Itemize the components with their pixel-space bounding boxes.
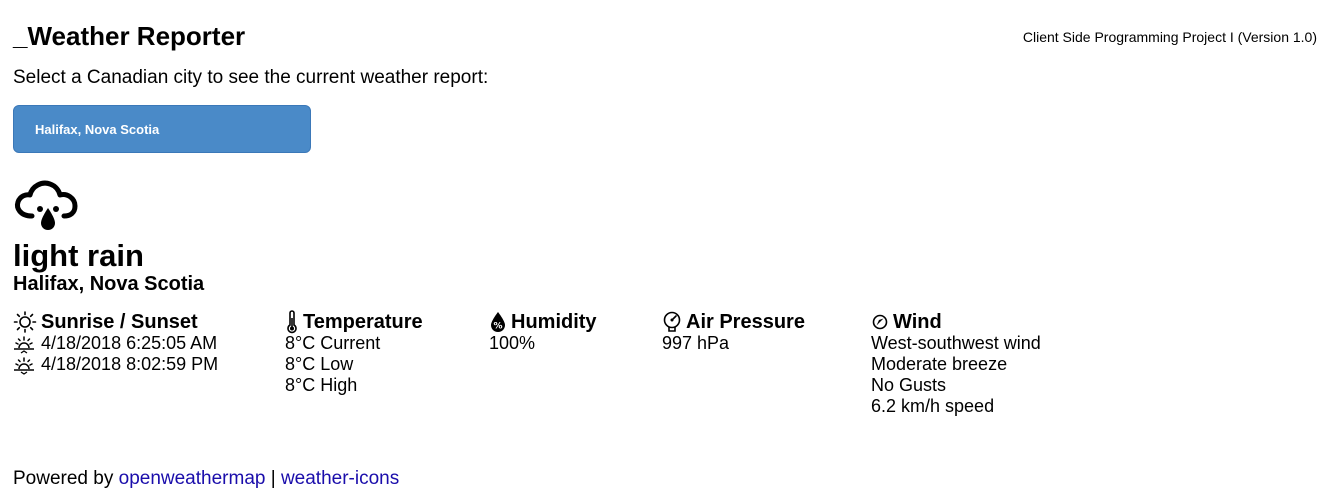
wind-heading: Wind [893,311,942,333]
footer-separator: | [265,468,281,489]
wind-gusts: No Gusts [871,375,947,395]
sunrise-icon [14,335,34,354]
humidity-section: % Humidity 100% [489,311,597,354]
sunset-time: 4/18/2018 8:02:59 PM [41,354,219,374]
wind-speed: 6.2 km/h speed [871,396,995,416]
city-prompt: Select a Canadian city to see the curren… [13,67,489,88]
sun-icon [13,311,37,333]
temperature-low: 8°C Low [285,354,354,374]
pressure-section: Air Pressure 997 hPa [662,311,805,354]
city-select-value: Halifax, Nova Scotia [35,122,160,137]
temperature-heading: Temperature [303,311,423,333]
temperature-high: 8°C High [285,375,358,395]
location-name: Halifax, Nova Scotia [13,273,205,295]
temperature-current: 8°C Current [285,333,381,353]
wind-direction-icon [872,314,888,330]
city-select[interactable]: Halifax, Nova Scotia [13,105,311,153]
sunrise-time: 4/18/2018 6:25:05 AM [41,333,218,353]
footer-prefix: Powered by [13,468,119,489]
sun-section: Sunrise / Sunset 4/18/2018 6:25:05 AM 4/… [13,311,218,375]
wind-section: Wind West-southwest wind Moderate breeze… [871,311,1041,417]
wind-description: Moderate breeze [871,354,1008,374]
humidity-heading: Humidity [511,311,597,333]
version-label: Client Side Programming Project I (Versi… [1022,29,1317,45]
sunset-icon [14,356,34,375]
humidity-value: 100% [489,333,536,353]
weather-icons-link[interactable]: weather-icons [281,468,399,489]
pressure-value: 997 hPa [662,333,730,353]
footer: Powered by openweathermap | weather-icon… [13,468,399,490]
openweathermap-link[interactable]: openweathermap [119,468,266,489]
temperature-section: Temperature 8°C Current 8°C Low 8°C High [285,310,423,396]
sun-heading: Sunrise / Sunset [41,311,198,333]
app-title: _Weather Reporter [13,21,246,51]
thermometer-icon [287,310,297,334]
wind-direction: West-southwest wind [871,333,1041,353]
weather-condition: light rain [13,238,144,273]
pressure-heading: Air Pressure [686,311,805,333]
rain-cloud-icon [15,180,78,230]
humidity-icon: % [491,312,505,332]
barometer-icon [663,311,681,332]
svg-text:%: % [493,322,502,332]
